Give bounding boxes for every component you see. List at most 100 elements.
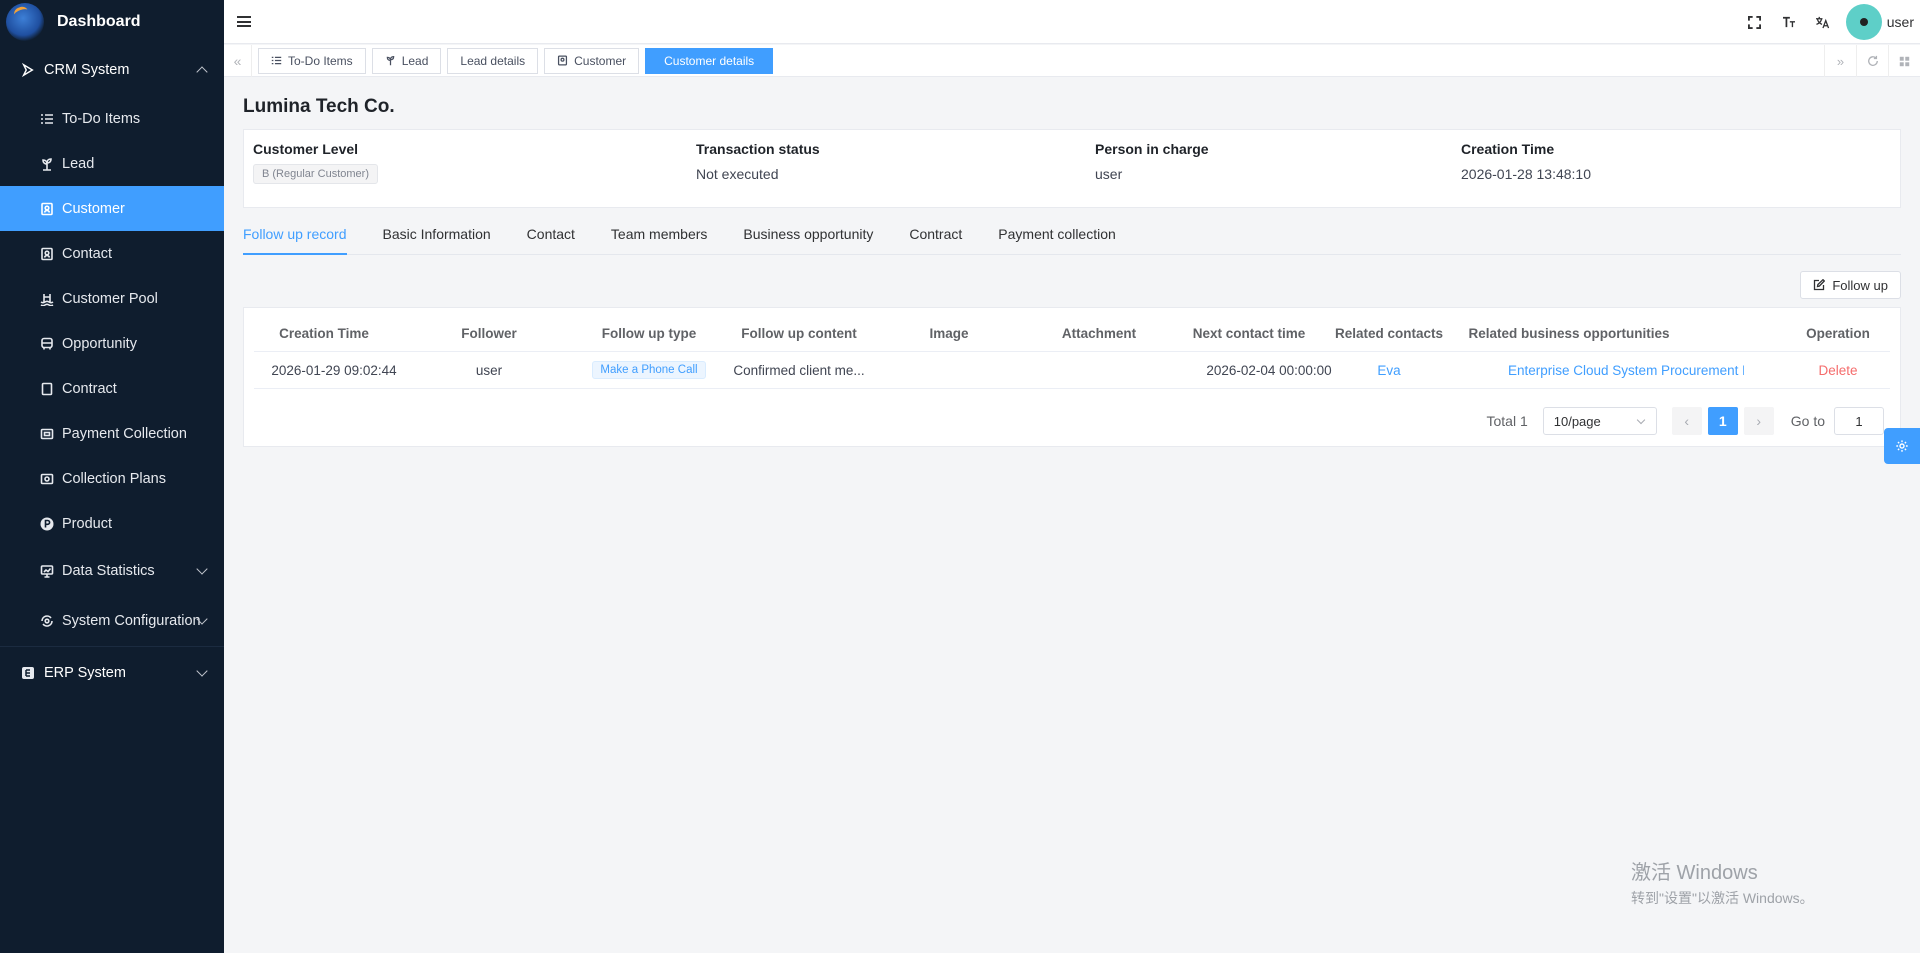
sidebar-item-collection-plans[interactable]: Collection Plans — [0, 456, 224, 501]
sidebar-item-label: Opportunity — [62, 335, 137, 352]
sidebar-item-contact[interactable]: Contact — [0, 231, 224, 276]
sidebar-item-data-statistics[interactable]: Data Statistics — [0, 546, 224, 596]
sidebar-item-lead[interactable]: Lead — [0, 141, 224, 186]
column-header[interactable]: Related business opportunities — [1454, 316, 1684, 351]
sidebar-item-label: Lead — [62, 155, 95, 172]
field-label: Person in charge — [1095, 141, 1209, 157]
sidebar-item-label: To-Do Items — [62, 110, 141, 127]
tag-lead-details[interactable]: Lead details — [447, 47, 539, 74]
translate-icon[interactable] — [1806, 0, 1840, 44]
document-icon — [40, 382, 54, 396]
next-page-button[interactable]: › — [1743, 407, 1774, 435]
edit-icon — [1814, 279, 1826, 291]
main-content: Lumina Tech Co. Customer Level B (Regula… — [243, 78, 1901, 447]
column-header[interactable]: Follow up type — [574, 316, 724, 351]
bus-icon — [40, 337, 54, 351]
app-logo — [6, 3, 44, 41]
tag-customer[interactable]: Customer — [544, 47, 640, 74]
tab-contract[interactable]: Contract — [909, 222, 962, 255]
sidebar-item-label: System Configuration — [62, 613, 201, 629]
table-header: Creation Time Follower Follow up type Fo… — [254, 316, 1890, 352]
sidebar-item-label: Product — [62, 515, 112, 532]
tag-label: Lead — [401, 53, 429, 68]
erp-icon — [20, 665, 36, 681]
windows-activation-watermark: 激活 Windows 转到"设置"以激活 Windows。 — [1631, 856, 1814, 908]
menu-group-label: CRM System — [44, 62, 130, 78]
pagination: Total 1 10/page ‹ 1 › Go to 1 — [1487, 407, 1884, 435]
creation-time-field: Creation Time 2026-01-28 13:48:10 — [1461, 141, 1591, 182]
list-icon — [271, 55, 282, 66]
grid-menu-icon[interactable] — [1888, 45, 1920, 77]
follow-up-type-tag: Make a Phone Call — [592, 361, 706, 379]
menu-group-crm[interactable]: CRM System — [0, 44, 224, 96]
column-header[interactable]: Related contacts — [1324, 316, 1454, 351]
follow-up-button-label: Follow up — [1832, 277, 1888, 293]
column-header[interactable]: Follower — [394, 316, 584, 351]
column-header[interactable]: Attachment — [1024, 316, 1174, 351]
sidebar-item-label: Customer Pool — [62, 290, 158, 307]
page-size-value: 10/page — [1553, 413, 1601, 429]
tab-contact[interactable]: Contact — [527, 222, 575, 255]
sidebar-item-contract[interactable]: Contract — [0, 366, 224, 411]
tags-scroll-left-icon[interactable]: « — [224, 44, 252, 77]
sprout-icon — [40, 157, 54, 171]
sidebar-item-system-configuration[interactable]: System Configuration — [0, 596, 224, 646]
username[interactable]: user — [1887, 14, 1914, 30]
sidebar-item-label: Contract — [62, 380, 117, 397]
goto-page-input[interactable]: 1 — [1834, 407, 1884, 435]
menu-group-erp[interactable]: ERP System — [0, 646, 224, 698]
sidebar-item-todo[interactable]: To-Do Items — [0, 96, 224, 141]
column-header[interactable]: Image — [874, 316, 1024, 351]
column-header[interactable]: Creation Time — [254, 316, 394, 351]
refresh-icon[interactable] — [1856, 45, 1888, 77]
tab-team-members[interactable]: Team members — [611, 222, 707, 255]
tab-business-opportunity[interactable]: Business opportunity — [743, 222, 873, 255]
cell-related-contacts-link[interactable]: Eva — [1324, 352, 1454, 388]
goto-label: Go to — [1790, 413, 1825, 429]
delete-button[interactable]: Delete — [1784, 352, 1892, 388]
detail-tabs: Follow up record Basic Information Conta… — [243, 222, 1901, 255]
sidebar-header[interactable]: Dashboard — [0, 0, 224, 44]
cell-attachment — [1024, 352, 1174, 388]
cell-follow-up-content[interactable]: Confirmed client me... — [724, 352, 874, 388]
avatar[interactable] — [1845, 4, 1882, 40]
field-label: Transaction status — [696, 141, 820, 157]
font-size-icon[interactable] — [1772, 0, 1806, 44]
contact-icon — [40, 247, 54, 261]
tab-payment-collection[interactable]: Payment collection — [998, 222, 1116, 255]
sidebar-item-customer[interactable]: Customer — [0, 186, 224, 231]
person-in-charge-field: Person in charge user — [1095, 141, 1209, 182]
tags-scroll-right-icon[interactable]: » — [1824, 45, 1856, 77]
follow-up-button[interactable]: Follow up — [1800, 271, 1901, 299]
column-header[interactable]: Next contact time — [1174, 316, 1324, 351]
watermark-title: 激活 Windows — [1631, 862, 1758, 884]
tag-lead[interactable]: Lead — [371, 47, 442, 74]
sidebar-item-label: Data Statistics — [62, 563, 155, 579]
page-number-button[interactable]: 1 — [1707, 407, 1738, 435]
cell-follower: user — [475, 362, 503, 378]
column-header[interactable]: Follow up content — [724, 316, 874, 351]
cell-image — [874, 352, 1024, 388]
fullscreen-icon[interactable] — [1738, 0, 1772, 44]
page-size-select[interactable]: 10/page — [1542, 407, 1657, 435]
settings-button[interactable] — [1884, 428, 1920, 464]
sidebar-item-opportunity[interactable]: Opportunity — [0, 321, 224, 366]
column-header[interactable]: Operation — [1784, 316, 1892, 351]
sidebar-item-customer-pool[interactable]: Customer Pool — [0, 276, 224, 321]
badge-icon — [557, 55, 568, 66]
sidebar-item-payment-collection[interactable]: Payment Collection — [0, 411, 224, 456]
prev-page-button[interactable]: ‹ — [1671, 407, 1702, 435]
tab-follow-up-record[interactable]: Follow up record — [243, 222, 347, 255]
top-header: user — [224, 0, 1920, 44]
menu-toggle-icon[interactable] — [237, 16, 251, 27]
cell-follow-up-type: Make a Phone Call — [574, 352, 724, 388]
tag-todo[interactable]: To-Do Items — [258, 47, 366, 74]
sidebar-item-product[interactable]: Product — [0, 501, 224, 546]
compass-icon — [20, 62, 36, 78]
tag-label: Lead details — [460, 53, 526, 68]
cell-related-opportunity-link[interactable]: Enterprise Cloud System Procurement P — [1508, 352, 1744, 388]
tab-basic-information[interactable]: Basic Information — [383, 222, 491, 255]
field-label: Customer Level — [253, 141, 359, 157]
app-title: Dashboard — [57, 13, 141, 30]
tag-customer-details[interactable]: Customer details — [645, 47, 774, 74]
